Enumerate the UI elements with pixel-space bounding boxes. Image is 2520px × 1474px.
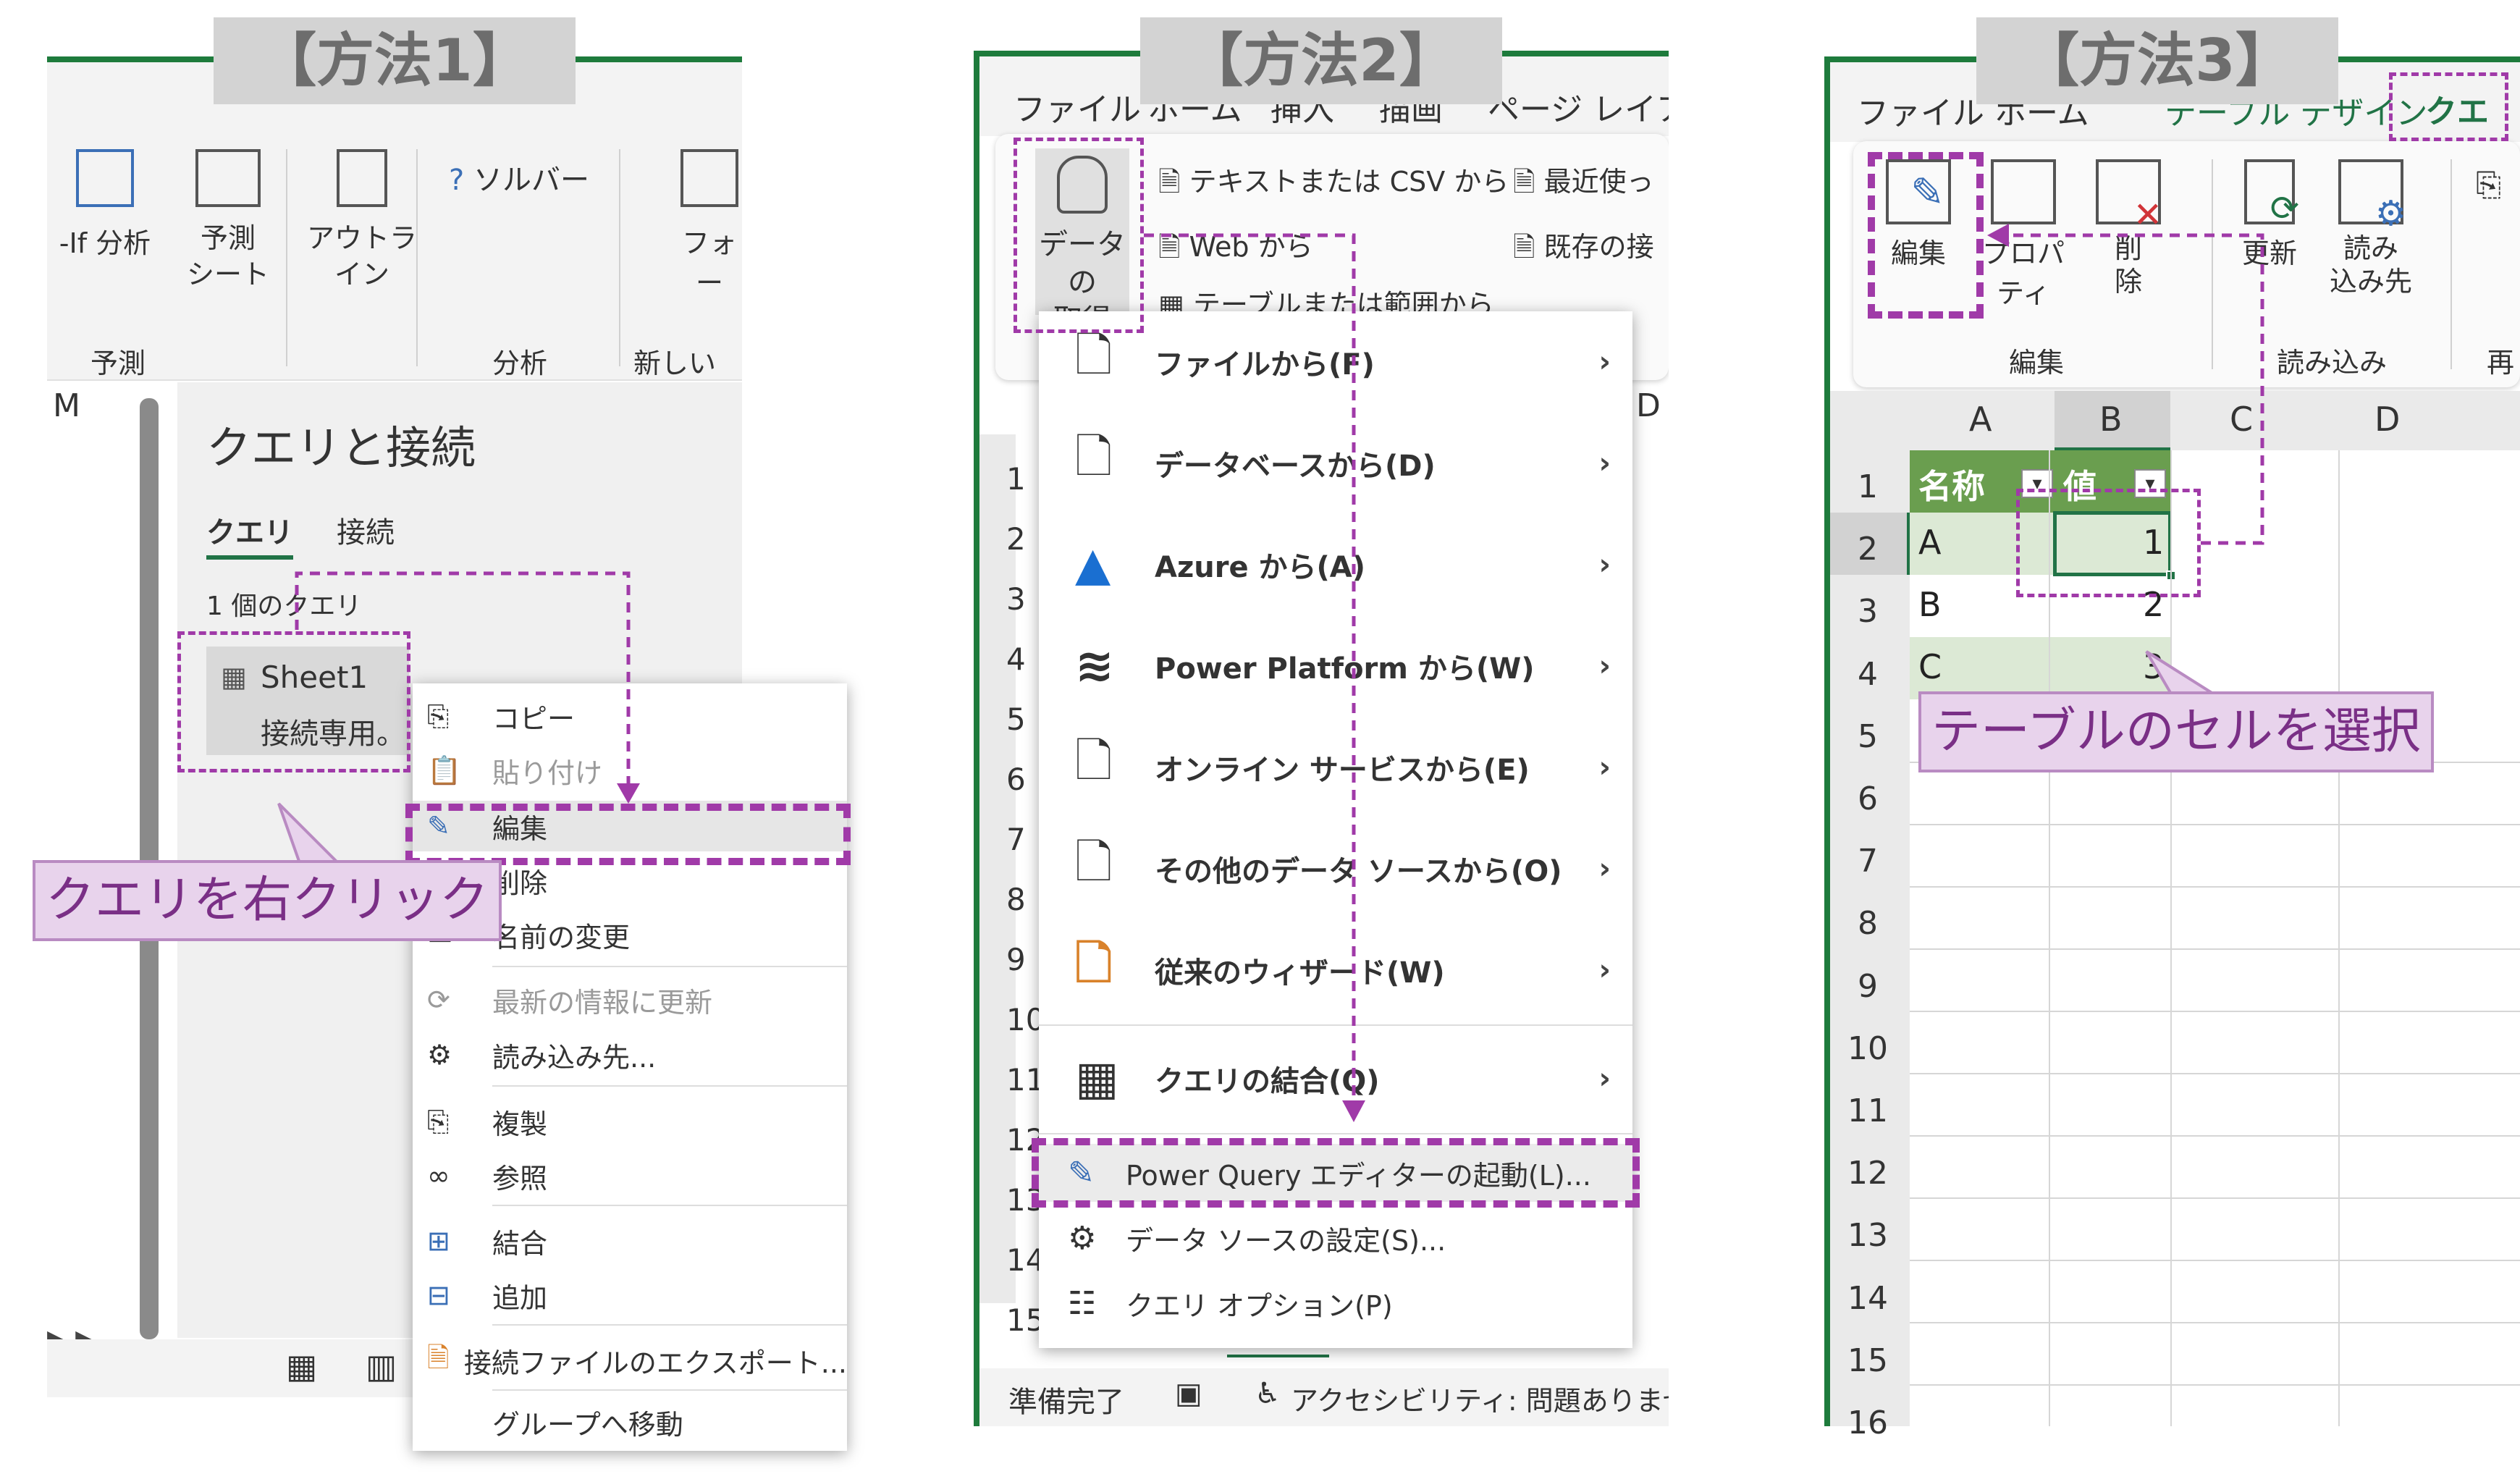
header-method3: 【方法3】 bbox=[1976, 17, 2338, 104]
callout-select-cell: テーブルのセルを選択 bbox=[1918, 691, 2434, 772]
